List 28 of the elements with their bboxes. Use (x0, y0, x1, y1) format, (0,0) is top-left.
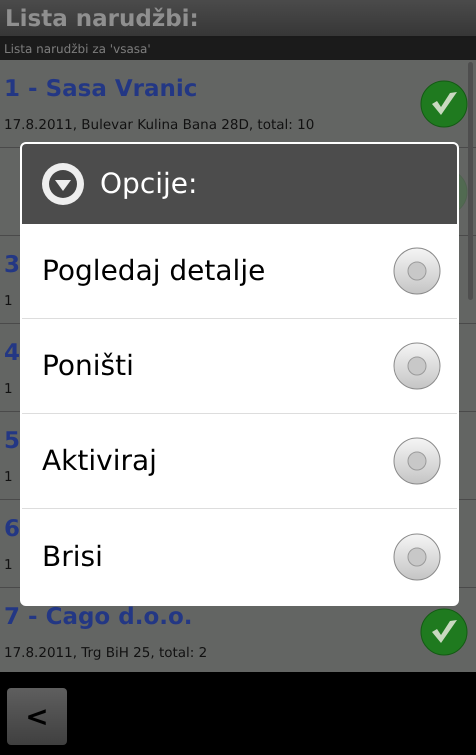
order-details: 1 (4, 468, 14, 487)
order-title: 6 (4, 515, 20, 544)
option-label: Brisi (42, 538, 103, 574)
option-row[interactable]: Poništi (22, 319, 457, 414)
order-details: 1 (4, 292, 14, 311)
order-title: 5 (4, 427, 20, 456)
order-title: 4 (4, 339, 20, 368)
app-title: Lista narudžbi: (0, 0, 476, 38)
radio-button[interactable] (393, 437, 441, 485)
radio-button[interactable] (393, 532, 441, 580)
list-subtitle: Lista narudžbi za 'vsasa' (0, 38, 476, 60)
order-details: 1 (4, 556, 14, 575)
order-details: 17.8.2011, Bulevar Kulina Bana 28D, total: 10 (4, 116, 314, 135)
dialog-title: Opcije: (100, 166, 198, 202)
order-title: 1 - Sasa Vranic (4, 75, 198, 104)
option-row[interactable]: Pogledaj detalje (22, 224, 457, 319)
order-title: 3 (4, 251, 20, 280)
option-label: Poništi (42, 348, 134, 384)
order-title: 7 - Cago d.o.o. (4, 603, 194, 632)
order-details: 1 (4, 380, 14, 399)
radio-button[interactable] (393, 247, 441, 295)
option-label: Aktiviraj (42, 443, 157, 479)
dropdown-icon (40, 161, 86, 207)
option-label: Pogledaj detalje (42, 253, 266, 289)
option-row[interactable]: Aktiviraj (22, 414, 457, 509)
order-details: 17.8.2011, Trg BiH 25, total: 2 (4, 644, 208, 663)
option-row[interactable]: Brisi (22, 509, 457, 604)
radio-button[interactable] (393, 342, 441, 390)
